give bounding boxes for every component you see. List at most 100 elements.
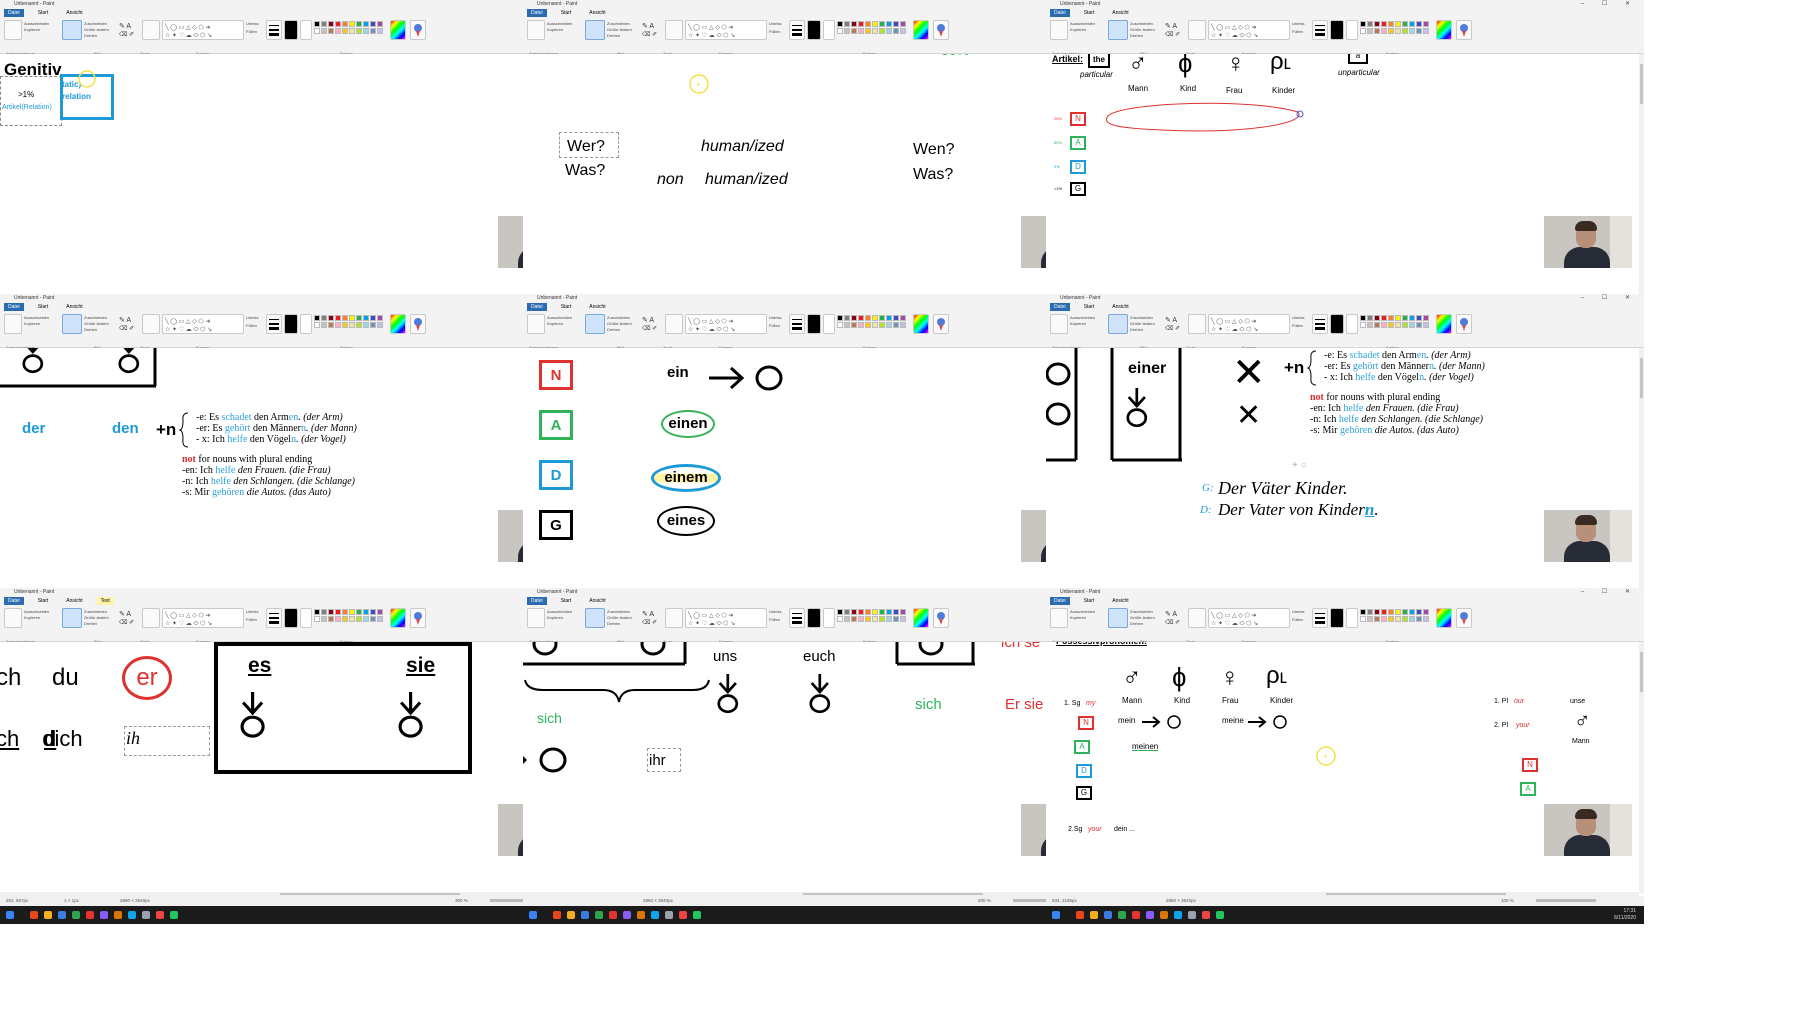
palette-color[interactable] bbox=[1388, 616, 1394, 622]
palette-color[interactable] bbox=[865, 28, 871, 34]
palette-color[interactable] bbox=[321, 322, 327, 328]
taskbar-app-icon[interactable] bbox=[1076, 911, 1084, 919]
color1-swatch[interactable] bbox=[807, 608, 821, 628]
select-button[interactable] bbox=[62, 20, 82, 40]
palette-color[interactable] bbox=[1388, 322, 1394, 328]
palette-color[interactable] bbox=[321, 616, 327, 622]
resize-label[interactable]: Größe ändern bbox=[84, 321, 109, 326]
paste-button[interactable] bbox=[1050, 314, 1068, 334]
rotate-label[interactable]: Drehen bbox=[84, 327, 97, 332]
palette-color[interactable] bbox=[349, 616, 355, 622]
color2-swatch[interactable] bbox=[300, 608, 312, 628]
copy-label[interactable]: Kopieren bbox=[24, 615, 40, 620]
palette-color[interactable] bbox=[1402, 21, 1408, 27]
taskbar-app-icon[interactable] bbox=[651, 911, 659, 919]
edit-colors-button[interactable] bbox=[1436, 20, 1452, 40]
palette-color[interactable] bbox=[377, 616, 383, 622]
palette-color[interactable] bbox=[837, 21, 843, 27]
outline-label[interactable]: Umriss bbox=[246, 21, 258, 26]
palette-color[interactable] bbox=[1416, 315, 1422, 321]
palette-color[interactable] bbox=[886, 609, 892, 615]
palette-color[interactable] bbox=[879, 21, 885, 27]
copy-label[interactable]: Kopieren bbox=[24, 321, 40, 326]
crop-label[interactable]: Zuschneiden bbox=[607, 609, 630, 614]
color2-swatch[interactable] bbox=[1346, 314, 1358, 334]
palette-color[interactable] bbox=[1402, 322, 1408, 328]
palette-color[interactable] bbox=[886, 616, 892, 622]
zoom-slider[interactable] bbox=[1536, 899, 1596, 902]
ihr-text-input[interactable]: ih bbox=[126, 728, 140, 749]
paint3d-button[interactable] bbox=[1456, 314, 1472, 334]
taskbar-app-icon[interactable] bbox=[1188, 911, 1196, 919]
color2-swatch[interactable] bbox=[1346, 608, 1358, 628]
paste-button[interactable] bbox=[527, 20, 545, 40]
taskbar-app-icon[interactable] bbox=[1104, 911, 1112, 919]
copy-label[interactable]: Kopieren bbox=[24, 27, 40, 32]
edit-colors-button[interactable] bbox=[390, 20, 406, 40]
select-button[interactable] bbox=[585, 20, 605, 40]
resize-label[interactable]: Größe ändern bbox=[1130, 615, 1155, 620]
palette-color[interactable] bbox=[900, 315, 906, 321]
resize-label[interactable]: Größe ändern bbox=[84, 27, 109, 32]
tools-group[interactable]: ✎ A ⌫ ✐ bbox=[1164, 608, 1186, 626]
brush-button[interactable] bbox=[1188, 608, 1206, 628]
tools-group[interactable]: ✎ A ⌫ ✐ bbox=[1164, 314, 1186, 332]
palette-color[interactable] bbox=[1416, 21, 1422, 27]
color2-swatch[interactable] bbox=[300, 20, 312, 40]
resize-label[interactable]: Größe ändern bbox=[1130, 27, 1155, 32]
palette-color[interactable] bbox=[1409, 616, 1415, 622]
color1-swatch[interactable] bbox=[1330, 608, 1344, 628]
palette-color[interactable] bbox=[349, 21, 355, 27]
brush-button[interactable] bbox=[665, 608, 683, 628]
outline-label[interactable]: Umriss bbox=[769, 21, 781, 26]
palette-color[interactable] bbox=[879, 609, 885, 615]
palette-color[interactable] bbox=[858, 609, 864, 615]
palette-color[interactable] bbox=[851, 616, 857, 622]
cut-label[interactable]: Ausschneiden bbox=[1070, 315, 1095, 320]
edit-colors-button[interactable] bbox=[1436, 608, 1452, 628]
taskbar-app-icon[interactable] bbox=[72, 911, 80, 919]
palette-color[interactable] bbox=[851, 315, 857, 321]
palette-color[interactable] bbox=[844, 609, 850, 615]
palette-color[interactable] bbox=[1367, 28, 1373, 34]
palette-color[interactable] bbox=[837, 315, 843, 321]
edit-colors-button[interactable] bbox=[1436, 314, 1452, 334]
palette-color[interactable] bbox=[1388, 21, 1394, 27]
taskbar-app-icon[interactable] bbox=[44, 911, 52, 919]
palette-color[interactable] bbox=[893, 315, 899, 321]
crop-label[interactable]: Zuschneiden bbox=[84, 315, 107, 320]
taskbar-clock[interactable]: 17:31 6/11/2020 bbox=[1614, 908, 1636, 922]
palette-color[interactable] bbox=[1360, 616, 1366, 622]
taskbar-app-icon[interactable] bbox=[100, 911, 108, 919]
palette-color[interactable] bbox=[879, 315, 885, 321]
palette-color[interactable] bbox=[900, 322, 906, 328]
rotate-label[interactable]: Drehen bbox=[1130, 621, 1143, 626]
palette-color[interactable] bbox=[872, 315, 878, 321]
tab-datei[interactable]: Datei bbox=[4, 9, 24, 17]
crop-label[interactable]: Zuschneiden bbox=[607, 21, 630, 26]
palette-color[interactable] bbox=[872, 21, 878, 27]
palette-color[interactable] bbox=[893, 616, 899, 622]
stroke-button[interactable] bbox=[789, 20, 805, 40]
select-button[interactable] bbox=[1108, 608, 1128, 628]
palette-color[interactable] bbox=[1395, 609, 1401, 615]
palette-color[interactable] bbox=[1360, 609, 1366, 615]
tab-ansicht[interactable]: Ansicht bbox=[62, 303, 86, 311]
fill-label[interactable]: Füllen bbox=[769, 617, 780, 622]
palette-color[interactable] bbox=[1388, 315, 1394, 321]
outline-label[interactable]: Umriss bbox=[769, 315, 781, 320]
taskbar-app-icon[interactable] bbox=[128, 911, 136, 919]
fill-label[interactable]: Füllen bbox=[769, 29, 780, 34]
edit-colors-button[interactable] bbox=[913, 314, 929, 334]
resize-label[interactable]: Größe ändern bbox=[1130, 321, 1155, 326]
palette-color[interactable] bbox=[1374, 28, 1380, 34]
paint3d-button[interactable] bbox=[933, 608, 949, 628]
stroke-button[interactable] bbox=[266, 608, 282, 628]
paint3d-button[interactable] bbox=[933, 20, 949, 40]
tab-ansicht[interactable]: Ansicht bbox=[585, 9, 609, 17]
color2-swatch[interactable] bbox=[1346, 20, 1358, 40]
paint3d-button[interactable] bbox=[410, 20, 426, 40]
palette-color[interactable] bbox=[837, 322, 843, 328]
palette-color[interactable] bbox=[851, 322, 857, 328]
tab-datei[interactable]: Datei bbox=[1050, 9, 1070, 17]
